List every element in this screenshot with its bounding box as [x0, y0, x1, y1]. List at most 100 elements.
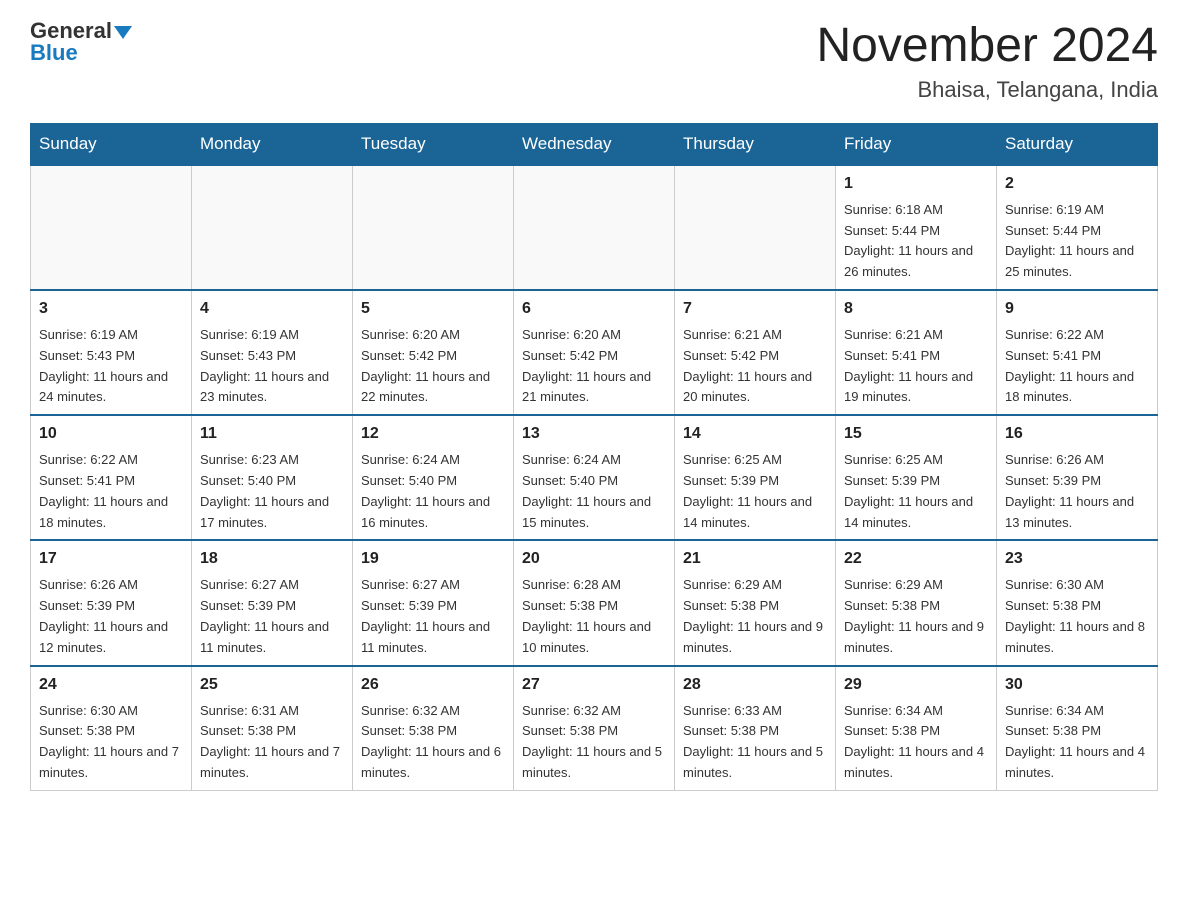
day-number: 19: [361, 547, 505, 571]
week-row-2: 3 Sunrise: 6:19 AM Sunset: 5:43 PM Daylig…: [31, 290, 1158, 415]
day-cell: 26Sunrise: 6:32 AM Sunset: 5:38 PM Dayli…: [353, 666, 514, 791]
day-info: Sunrise: 6:30 AM Sunset: 5:38 PM Dayligh…: [1005, 575, 1149, 658]
day-number: 22: [844, 547, 988, 571]
day-info: Sunrise: 6:32 AM Sunset: 5:38 PM Dayligh…: [522, 701, 666, 784]
day-cell: 25 Sunrise: 6:31 AM Sunset: 5:38 PM Dayli…: [192, 666, 353, 791]
day-number: 14: [683, 422, 827, 446]
day-number: 21: [683, 547, 827, 571]
day-cell: [353, 165, 514, 290]
day-number: 29: [844, 673, 988, 697]
day-number: 17: [39, 547, 183, 571]
day-info: Sunrise: 6:28 AM Sunset: 5:38 PM Dayligh…: [522, 575, 666, 658]
day-number: 23: [1005, 547, 1149, 571]
day-info: Sunrise: 6:29 AM Sunset: 5:38 PM Dayligh…: [844, 575, 988, 658]
day-number: 25: [200, 673, 344, 697]
column-header-tuesday: Tuesday: [353, 123, 514, 165]
day-info: Sunrise: 6:29 AM Sunset: 5:38 PM Dayligh…: [683, 575, 827, 658]
day-cell: 21 Sunrise: 6:29 AM Sunset: 5:38 PM Dayli…: [675, 540, 836, 665]
calendar-header-row: SundayMondayTuesdayWednesdayThursdayFrid…: [31, 123, 1158, 165]
logo-general: General: [30, 20, 132, 42]
day-cell: 30Sunrise: 6:34 AM Sunset: 5:38 PM Dayli…: [997, 666, 1158, 791]
day-cell: 6Sunrise: 6:20 AM Sunset: 5:42 PM Daylig…: [514, 290, 675, 415]
day-info: Sunrise: 6:27 AM Sunset: 5:39 PM Dayligh…: [200, 575, 344, 658]
day-number: 10: [39, 422, 183, 446]
day-number: 3: [39, 297, 183, 321]
day-number: 28: [683, 673, 827, 697]
day-number: 20: [522, 547, 666, 571]
day-cell: 16 Sunrise: 6:26 AM Sunset: 5:39 PM Dayli…: [997, 415, 1158, 540]
day-number: 7: [683, 297, 827, 321]
day-number: 27: [522, 673, 666, 697]
day-cell: 18Sunrise: 6:27 AM Sunset: 5:39 PM Dayli…: [192, 540, 353, 665]
day-number: 9: [1005, 297, 1149, 321]
day-info: Sunrise: 6:26 AM Sunset: 5:39 PM Dayligh…: [39, 575, 183, 658]
day-number: 4: [200, 297, 344, 321]
day-cell: 19 Sunrise: 6:27 AM Sunset: 5:39 PM Dayli…: [353, 540, 514, 665]
day-number: 11: [200, 422, 344, 446]
day-info: Sunrise: 6:21 AM Sunset: 5:41 PM Dayligh…: [844, 325, 988, 408]
logo: General Blue: [30, 20, 132, 66]
day-number: 30: [1005, 673, 1149, 697]
column-header-monday: Monday: [192, 123, 353, 165]
day-info: Sunrise: 6:23 AM Sunset: 5:40 PM Dayligh…: [200, 450, 344, 533]
day-cell: 1 Sunrise: 6:18 AM Sunset: 5:44 PM Daylig…: [836, 165, 997, 290]
day-cell: 14 Sunrise: 6:25 AM Sunset: 5:39 PM Dayli…: [675, 415, 836, 540]
day-info: Sunrise: 6:31 AM Sunset: 5:38 PM Dayligh…: [200, 701, 344, 784]
day-info: Sunrise: 6:20 AM Sunset: 5:42 PM Dayligh…: [361, 325, 505, 408]
day-cell: 7 Sunrise: 6:21 AM Sunset: 5:42 PM Daylig…: [675, 290, 836, 415]
location: Bhaisa, Telangana, India: [816, 77, 1158, 103]
day-info: Sunrise: 6:21 AM Sunset: 5:42 PM Dayligh…: [683, 325, 827, 408]
day-cell: 5Sunrise: 6:20 AM Sunset: 5:42 PM Daylig…: [353, 290, 514, 415]
day-info: Sunrise: 6:27 AM Sunset: 5:39 PM Dayligh…: [361, 575, 505, 658]
day-info: Sunrise: 6:19 AM Sunset: 5:44 PM Dayligh…: [1005, 200, 1149, 283]
day-info: Sunrise: 6:34 AM Sunset: 5:38 PM Dayligh…: [844, 701, 988, 784]
day-cell: 12 Sunrise: 6:24 AM Sunset: 5:40 PM Dayli…: [353, 415, 514, 540]
title-section: November 2024 Bhaisa, Telangana, India: [816, 20, 1158, 103]
day-info: Sunrise: 6:26 AM Sunset: 5:39 PM Dayligh…: [1005, 450, 1149, 533]
column-header-sunday: Sunday: [31, 123, 192, 165]
page-header: General Blue November 2024 Bhaisa, Telan…: [30, 20, 1158, 103]
day-info: Sunrise: 6:25 AM Sunset: 5:39 PM Dayligh…: [683, 450, 827, 533]
column-header-friday: Friday: [836, 123, 997, 165]
day-cell: [514, 165, 675, 290]
day-cell: 29 Sunrise: 6:34 AM Sunset: 5:38 PM Dayli…: [836, 666, 997, 791]
day-number: 15: [844, 422, 988, 446]
day-cell: [192, 165, 353, 290]
day-cell: 15 Sunrise: 6:25 AM Sunset: 5:39 PM Dayli…: [836, 415, 997, 540]
day-cell: 10 Sunrise: 6:22 AM Sunset: 5:41 PM Dayli…: [31, 415, 192, 540]
calendar-table: SundayMondayTuesdayWednesdayThursdayFrid…: [30, 123, 1158, 791]
day-cell: 4 Sunrise: 6:19 AM Sunset: 5:43 PM Daylig…: [192, 290, 353, 415]
week-row-5: 24 Sunrise: 6:30 AM Sunset: 5:38 PM Dayli…: [31, 666, 1158, 791]
day-cell: 17 Sunrise: 6:26 AM Sunset: 5:39 PM Dayli…: [31, 540, 192, 665]
month-title: November 2024: [816, 20, 1158, 73]
day-info: Sunrise: 6:22 AM Sunset: 5:41 PM Dayligh…: [39, 450, 183, 533]
day-number: 16: [1005, 422, 1149, 446]
day-info: Sunrise: 6:24 AM Sunset: 5:40 PM Dayligh…: [361, 450, 505, 533]
day-cell: 28Sunrise: 6:33 AM Sunset: 5:38 PM Dayli…: [675, 666, 836, 791]
week-row-1: 1 Sunrise: 6:18 AM Sunset: 5:44 PM Daylig…: [31, 165, 1158, 290]
day-info: Sunrise: 6:20 AM Sunset: 5:42 PM Dayligh…: [522, 325, 666, 408]
day-cell: 3 Sunrise: 6:19 AM Sunset: 5:43 PM Daylig…: [31, 290, 192, 415]
day-cell: 2Sunrise: 6:19 AM Sunset: 5:44 PM Daylig…: [997, 165, 1158, 290]
day-number: 13: [522, 422, 666, 446]
day-info: Sunrise: 6:19 AM Sunset: 5:43 PM Dayligh…: [200, 325, 344, 408]
week-row-3: 10 Sunrise: 6:22 AM Sunset: 5:41 PM Dayli…: [31, 415, 1158, 540]
day-info: Sunrise: 6:24 AM Sunset: 5:40 PM Dayligh…: [522, 450, 666, 533]
day-cell: 23 Sunrise: 6:30 AM Sunset: 5:38 PM Dayli…: [997, 540, 1158, 665]
day-cell: 27 Sunrise: 6:32 AM Sunset: 5:38 PM Dayli…: [514, 666, 675, 791]
day-info: Sunrise: 6:25 AM Sunset: 5:39 PM Dayligh…: [844, 450, 988, 533]
day-info: Sunrise: 6:30 AM Sunset: 5:38 PM Dayligh…: [39, 701, 183, 784]
day-number: 12: [361, 422, 505, 446]
day-cell: 9Sunrise: 6:22 AM Sunset: 5:41 PM Daylig…: [997, 290, 1158, 415]
day-cell: [31, 165, 192, 290]
column-header-thursday: Thursday: [675, 123, 836, 165]
logo-blue: Blue: [30, 40, 78, 66]
day-cell: 13 Sunrise: 6:24 AM Sunset: 5:40 PM Dayli…: [514, 415, 675, 540]
day-number: 24: [39, 673, 183, 697]
day-cell: 24 Sunrise: 6:30 AM Sunset: 5:38 PM Dayli…: [31, 666, 192, 791]
day-info: Sunrise: 6:18 AM Sunset: 5:44 PM Dayligh…: [844, 200, 988, 283]
day-cell: 8Sunrise: 6:21 AM Sunset: 5:41 PM Daylig…: [836, 290, 997, 415]
day-info: Sunrise: 6:19 AM Sunset: 5:43 PM Dayligh…: [39, 325, 183, 408]
day-number: 1: [844, 172, 988, 196]
column-header-saturday: Saturday: [997, 123, 1158, 165]
